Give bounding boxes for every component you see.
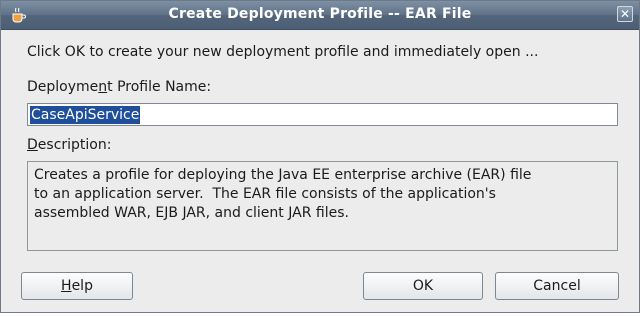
window-title: Create Deployment Profile -- EAR File [168, 6, 472, 22]
intro-text: Click OK to create your new deployment p… [27, 44, 539, 60]
profile-name-value-selected: CaseApiService [30, 106, 141, 124]
mnemonic-underline: n [98, 79, 108, 95]
description-box: Creates a profile for deploying the Java… [27, 161, 618, 251]
mnemonic-underline: D [27, 137, 38, 153]
create-deployment-profile-dialog: Create Deployment Profile -- EAR File ✕ … [0, 0, 640, 313]
ok-button[interactable]: OK [363, 272, 483, 300]
title-bar[interactable]: Create Deployment Profile -- EAR File ✕ [1, 1, 639, 30]
close-icon: ✕ [619, 7, 631, 21]
help-button[interactable]: Help [21, 272, 133, 300]
profile-name-label: Deployment Profile Name: [27, 79, 212, 95]
profile-name-input[interactable]: CaseApiService [27, 103, 618, 126]
cancel-button[interactable]: Cancel [495, 272, 619, 300]
description-text: Creates a profile for deploying the Java… [34, 167, 532, 221]
description-label: Description: [27, 137, 112, 153]
close-button[interactable]: ✕ [617, 6, 633, 22]
